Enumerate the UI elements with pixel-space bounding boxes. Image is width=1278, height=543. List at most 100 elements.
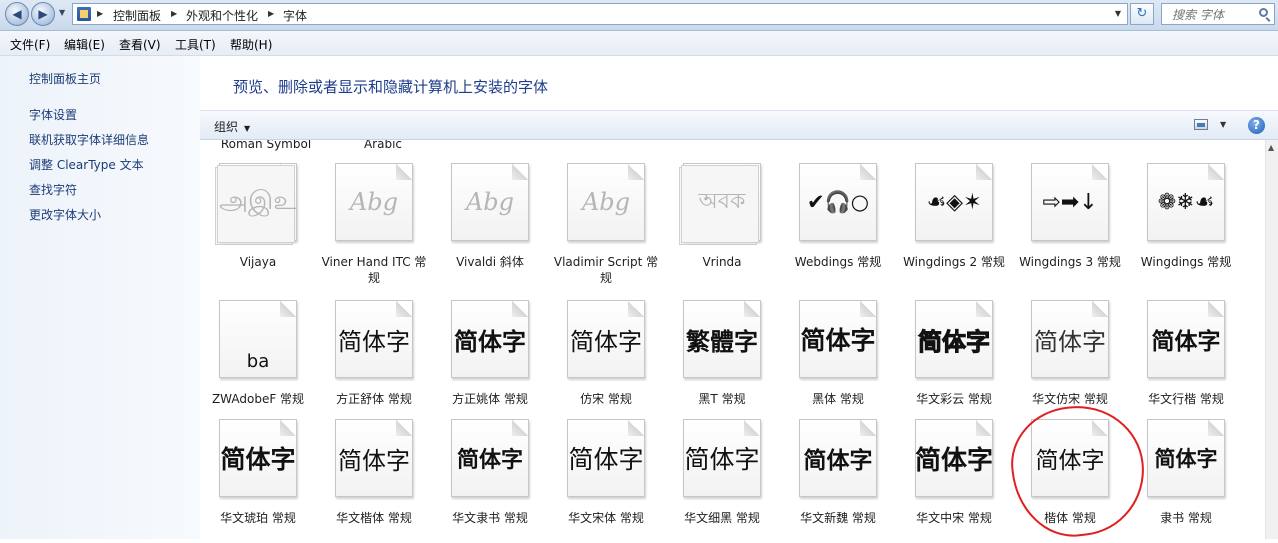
- font-item[interactable]: ba ZWAdobeF 常规: [200, 300, 316, 412]
- back-button[interactable]: ◀: [5, 2, 29, 26]
- change-font-size-link[interactable]: 更改字体大小: [29, 206, 101, 223]
- menu-view[interactable]: 查看(V): [119, 36, 161, 53]
- find-character-link[interactable]: 查找字符: [29, 181, 77, 198]
- font-file-icon: 简体字: [1147, 419, 1225, 499]
- control-panel-folder-icon: [77, 7, 91, 21]
- font-sample-preview: 简体字: [803, 447, 873, 474]
- breadcrumb-fonts[interactable]: 字体: [283, 7, 307, 24]
- font-item[interactable]: ❁❄☙ Wingdings 常规: [1128, 163, 1244, 275]
- back-arrow-icon: ◀: [12, 7, 22, 21]
- font-item[interactable]: 简体字 华文琥珀 常规: [200, 419, 316, 531]
- font-sample-preview: ✔🎧○: [806, 189, 870, 214]
- font-item[interactable]: 简体字 华文中宋 常规: [896, 419, 1012, 531]
- search-icon[interactable]: [1259, 8, 1268, 17]
- breadcrumb-appearance[interactable]: 外观和个性化: [186, 7, 258, 24]
- font-file-icon: 简体字: [915, 419, 993, 499]
- font-item[interactable]: ✔🎧○ Webdings 常规: [780, 163, 896, 275]
- menu-help[interactable]: 帮助(H): [230, 36, 272, 53]
- font-sample-preview: 简体字: [338, 327, 410, 356]
- breadcrumb-separator-icon[interactable]: ▶: [268, 9, 274, 18]
- font-settings-link[interactable]: 字体设置: [29, 106, 77, 123]
- help-icon[interactable]: ?: [1248, 117, 1265, 134]
- font-item[interactable]: 简体字 仿宋 常规: [548, 300, 664, 412]
- font-item[interactable]: 简体字 方正舒体 常规: [316, 300, 432, 412]
- font-item[interactable]: Abg Viner Hand ITC 常规: [316, 163, 432, 285]
- font-item[interactable]: Abg Vladimir Script 常规: [548, 163, 664, 285]
- recent-pages-chevron-icon[interactable]: ▼: [59, 8, 65, 17]
- font-item[interactable]: ⇨➡↓ Wingdings 3 常规: [1012, 163, 1128, 275]
- refresh-button[interactable]: ↻: [1130, 3, 1154, 25]
- font-item[interactable]: অবক Vrinda: [664, 163, 780, 275]
- breadcrumb-separator-icon[interactable]: ▶: [97, 9, 103, 18]
- font-label-partial[interactable]: Arabic: [325, 140, 441, 151]
- font-item[interactable]: 简体字 华文细黑 常规: [664, 419, 780, 531]
- font-label-partial[interactable]: Roman Symbol: [208, 140, 324, 151]
- font-item[interactable]: 简体字 华文仿宋 常规: [1012, 300, 1128, 412]
- font-label: Vijaya: [239, 255, 277, 269]
- address-dropdown-icon[interactable]: ▼: [1115, 9, 1121, 18]
- font-label: Wingdings 3 常规: [1019, 255, 1121, 269]
- font-item[interactable]: 简体字华文隶书 常规: [432, 419, 548, 531]
- font-file-icon: 简体字: [915, 300, 993, 380]
- font-file-icon: அஇஉ: [215, 163, 297, 245]
- font-item[interactable]: அஇஉ Vijaya: [200, 163, 316, 275]
- font-sample-preview: Abg: [581, 188, 631, 216]
- address-bar[interactable]: ▶ 控制面板 ▶ 外观和个性化 ▶ 字体 ▼: [72, 3, 1128, 25]
- scroll-up-icon[interactable]: ▲: [1268, 143, 1274, 152]
- forward-button[interactable]: ▶: [31, 2, 55, 26]
- font-sample-preview: ba: [246, 350, 270, 372]
- font-sample-preview: ❁❄☙: [1157, 189, 1215, 215]
- font-item[interactable]: 简体字 华文行楷 常规: [1128, 300, 1244, 412]
- font-sample-preview: 简体字: [1154, 446, 1218, 471]
- font-file-icon: Abg: [451, 163, 529, 243]
- vertical-scrollbar[interactable]: ▲: [1265, 140, 1278, 539]
- font-label: 华文仿宋 常规: [1032, 392, 1108, 406]
- font-file-icon: 繁體字: [683, 300, 761, 380]
- font-item[interactable]: 简体字 隶书 常规: [1128, 419, 1244, 531]
- font-label: 华文行楷 常规: [1148, 392, 1224, 406]
- font-label: Vivaldi 斜体: [456, 255, 524, 269]
- breadcrumb-separator-icon[interactable]: ▶: [171, 9, 177, 18]
- search-input[interactable]: [1170, 5, 1252, 25]
- font-sample-preview: 繁體字: [686, 327, 758, 356]
- organize-label: 组织: [214, 120, 239, 134]
- menu-file[interactable]: 文件(F): [10, 36, 50, 53]
- get-font-info-online-link[interactable]: 联机获取字体详细信息: [29, 131, 149, 148]
- font-label: 仿宋 常规: [580, 392, 632, 406]
- font-label: Webdings 常规: [794, 255, 882, 269]
- font-item[interactable]: ☙◈✶ Wingdings 2 常规: [896, 163, 1012, 275]
- font-label: 华文隶书 常规: [452, 511, 528, 525]
- font-label: 华文新魏 常规: [800, 511, 876, 525]
- adjust-cleartype-link[interactable]: 调整 ClearType 文本: [29, 156, 144, 173]
- font-file-icon: Abg: [567, 163, 645, 243]
- menu-tools[interactable]: 工具(T): [175, 36, 216, 53]
- font-item[interactable]: 简体字 方正姚体 常规: [432, 300, 548, 412]
- menu-edit[interactable]: 编辑(E): [64, 36, 105, 53]
- view-options-chevron-icon[interactable]: ▼: [1220, 120, 1226, 129]
- font-sample-preview: অবক: [698, 188, 746, 214]
- font-sample-preview: 简体字: [456, 447, 523, 473]
- font-sample-preview: ☙◈✶: [926, 189, 982, 215]
- forward-arrow-icon: ▶: [38, 7, 48, 21]
- search-box[interactable]: [1161, 3, 1275, 25]
- font-label: 隶书 常规: [1160, 511, 1212, 525]
- font-item[interactable]: Abg Vivaldi 斜体: [432, 163, 548, 275]
- font-item[interactable]: 繁體字 黑T 常规: [664, 300, 780, 412]
- font-sample-preview: 简体字: [1035, 448, 1105, 474]
- font-item[interactable]: 简体字 黑体 常规: [780, 300, 896, 412]
- font-file-icon: Abg: [335, 163, 413, 243]
- font-sample-preview: 简体字: [220, 445, 296, 474]
- font-sample-preview: Abg: [465, 188, 515, 216]
- control-panel-home-link[interactable]: 控制面板主页: [29, 70, 101, 87]
- font-item[interactable]: 简体字华文新魏 常规: [780, 419, 896, 531]
- organize-button[interactable]: 组织 ▼: [214, 118, 250, 135]
- font-item[interactable]: 简体字 华文楷体 常规: [316, 419, 432, 531]
- change-view-icon[interactable]: [1194, 119, 1208, 130]
- menu-bar: 文件(F) 编辑(E) 查看(V) 工具(T) 帮助(H): [0, 31, 1278, 56]
- refresh-icon: ↻: [1136, 6, 1148, 21]
- font-item[interactable]: 简体字 华文宋体 常规: [548, 419, 664, 531]
- font-item[interactable]: 简体字 华文彩云 常规: [896, 300, 1012, 412]
- font-file-icon: 简体字: [335, 300, 413, 380]
- font-label: Wingdings 常规: [1140, 255, 1232, 269]
- breadcrumb-control-panel[interactable]: 控制面板: [113, 7, 161, 24]
